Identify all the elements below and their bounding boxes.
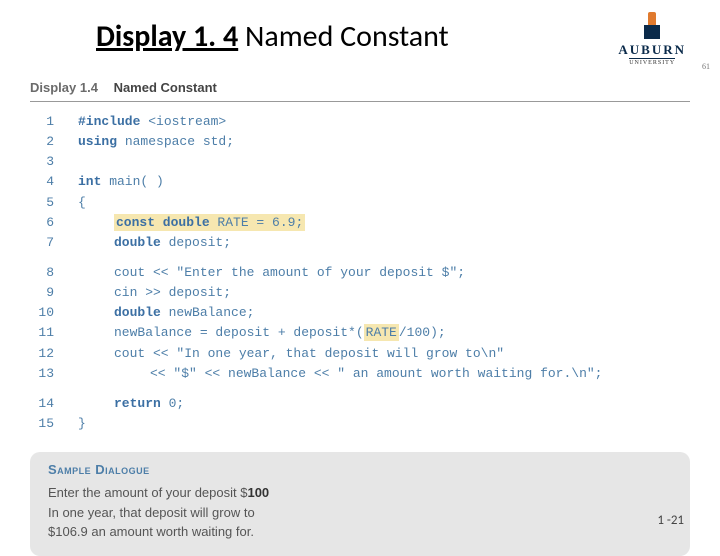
slide-number: 1 -21 — [657, 513, 684, 528]
code-line: newBalance = deposit + deposit*(RATE/100… — [114, 323, 690, 343]
code-line: int main( ) — [78, 172, 690, 192]
title-rest: Named Constant — [238, 18, 449, 55]
lineno: 10 — [30, 303, 54, 323]
line-numbers: 1 2 3 4 5 6 7 — [30, 112, 78, 253]
code-line: using namespace std; — [78, 132, 690, 152]
display-number: Display 1.4 — [30, 80, 98, 95]
code-line: return 0; — [114, 394, 690, 414]
lineno: 15 — [30, 414, 54, 434]
sample-dialogue-box: Sample Dialogue Enter the amount of your… — [30, 452, 690, 556]
code-line: cout << "Enter the amount of your deposi… — [114, 263, 690, 283]
code-line: const double RATE = 6.9; — [114, 213, 690, 233]
lineno: 1 — [30, 112, 54, 132]
lineno: 6 — [30, 213, 54, 233]
lineno: 14 — [30, 394, 54, 414]
code-lines: return 0; } — [78, 394, 690, 434]
tower-icon — [644, 12, 660, 40]
code-block-1: 1 2 3 4 5 6 7 #include <iostream> using … — [30, 112, 690, 253]
prompt-text: Enter the amount of your deposit $ — [48, 485, 247, 500]
sample-line: In one year, that deposit will grow to — [48, 503, 672, 523]
book-page-hint: 61 — [702, 62, 710, 71]
code-line: << "$" << newBalance << " an amount wort… — [150, 364, 690, 384]
code-listing: 1 2 3 4 5 6 7 #include <iostream> using … — [30, 112, 690, 434]
code-line: double newBalance; — [114, 303, 690, 323]
code-line: { — [78, 193, 690, 213]
sample-dialogue-title: Sample Dialogue — [48, 462, 672, 477]
lineno: 3 — [30, 152, 54, 172]
display-name: Named Constant — [114, 80, 217, 95]
code-lines: #include <iostream> using namespace std;… — [78, 112, 690, 253]
lineno: 5 — [30, 193, 54, 213]
code-line: } — [78, 414, 690, 434]
display-header: Display 1.4 Named Constant — [30, 76, 690, 102]
lineno: 9 — [30, 283, 54, 303]
lineno: 7 — [30, 233, 54, 253]
lineno: 4 — [30, 172, 54, 192]
highlight: const double RATE = 6.9; — [114, 214, 305, 231]
user-input: 100 — [247, 485, 269, 500]
code-block-3: 14 15 return 0; } — [30, 394, 690, 434]
code-line: cout << "In one year, that deposit will … — [114, 344, 690, 364]
title-row: Display 1. 4 Named Constant AUBURN UNIVE… — [30, 18, 690, 66]
auburn-logo: AUBURN UNIVERSITY — [618, 12, 686, 66]
code-line — [78, 152, 690, 172]
code-line: double deposit; — [114, 233, 690, 253]
code-line: cin >> deposit; — [114, 283, 690, 303]
lineno: 11 — [30, 323, 54, 343]
code-line: #include <iostream> — [78, 112, 690, 132]
slide: Display 1. 4 Named Constant AUBURN UNIVE… — [0, 0, 720, 540]
sample-line: Enter the amount of your deposit $100 — [48, 483, 672, 503]
lineno: 13 — [30, 364, 54, 384]
sample-line: $106.9 an amount worth waiting for. — [48, 522, 672, 542]
highlight: RATE — [364, 324, 399, 341]
logo-sub: UNIVERSITY — [629, 58, 675, 66]
title-bold: Display 1. 4 — [96, 18, 238, 55]
line-numbers: 8 9 10 11 12 13 — [30, 263, 78, 384]
code-lines: cout << "Enter the amount of your deposi… — [78, 263, 690, 384]
line-numbers: 14 15 — [30, 394, 78, 434]
lineno: 12 — [30, 344, 54, 364]
slide-title: Display 1. 4 Named Constant — [96, 18, 449, 55]
code-block-2: 8 9 10 11 12 13 cout << "Enter the amoun… — [30, 263, 690, 384]
book-excerpt: Display 1.4 Named Constant 1 2 3 4 5 6 7… — [30, 76, 690, 556]
lineno: 8 — [30, 263, 54, 283]
lineno: 2 — [30, 132, 54, 152]
logo-name: AUBURN — [618, 42, 686, 58]
